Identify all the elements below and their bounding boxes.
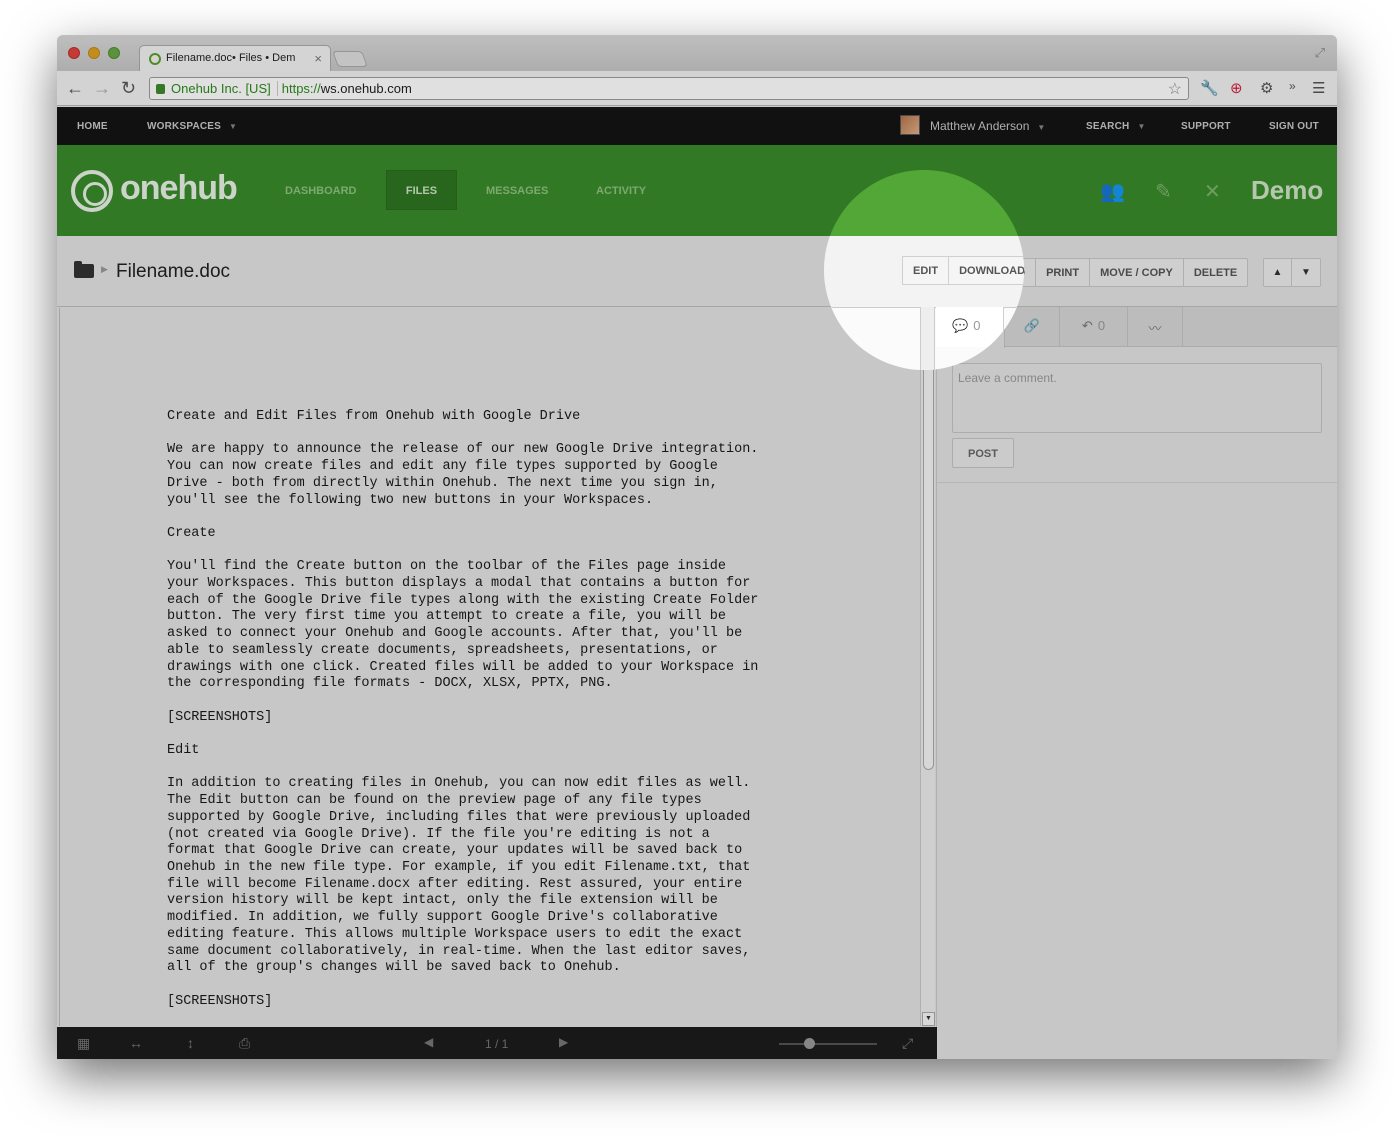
breadcrumb-separator-icon: ▶: [101, 264, 108, 274]
chevron-down-icon: ▼: [1137, 122, 1146, 131]
onehub-logo-icon[interactable]: [71, 170, 113, 212]
comment-icon: 💬: [956, 318, 973, 333]
tab-links[interactable]: 🔗: [1005, 307, 1060, 347]
document-text: Create and Edit Files from Onehub with G…: [167, 409, 759, 1009]
search-menu[interactable]: SEARCH ▼: [1086, 121, 1146, 132]
minimize-window-button[interactable]: [88, 47, 100, 59]
app-top-bar: HOME WORKSPACES ▼ Matthew Anderson ▼ SEARC…: [57, 107, 1337, 145]
file-navigation: ▲ ▼: [1263, 258, 1321, 287]
print-button[interactable]: PRINT: [1036, 259, 1091, 286]
back-arrow-icon[interactable]: ←: [66, 78, 84, 99]
url-host: ws.onehub.com: [320, 81, 412, 96]
workspace-name: Demo: [1251, 175, 1324, 205]
file-sidebar: 💬 0 🔗 ↶ 0 〰 Leave a comment. POST: [937, 307, 1337, 1059]
zoom-slider-handle[interactable]: [804, 1038, 815, 1049]
tab-activity-log[interactable]: 〰: [1128, 307, 1183, 347]
edit-button[interactable]: EDIT: [903, 259, 950, 286]
file-actions-group: EDIT DOWNLOAD PRINT MOVE / COPY DELETE: [902, 258, 1249, 287]
fit-height-icon[interactable]: ↕: [187, 1035, 194, 1051]
next-page-icon[interactable]: ▶: [559, 1035, 568, 1049]
members-icon[interactable]: 👥: [1100, 179, 1125, 204]
sign-out-link[interactable]: SIGN OUT: [1269, 121, 1319, 132]
browser-tab-title: Filename.doc• Files • Dem: [166, 52, 296, 64]
comment-input[interactable]: Leave a comment.: [952, 363, 1322, 433]
avatar[interactable]: [900, 115, 920, 135]
user-menu[interactable]: Matthew Anderson ▼: [930, 119, 1045, 133]
onehub-favicon-icon: [149, 53, 161, 65]
page-indicator: 1 / 1: [485, 1037, 509, 1051]
bookmark-star-icon[interactable]: ☆: [1168, 79, 1182, 99]
scroll-up-icon[interactable]: ▲: [922, 308, 935, 322]
viewer-controls-bar: ▦ ↔ ↕ ⎙ ◀ 1 / 1 ▶ ⤢: [57, 1027, 937, 1059]
close-tab-icon[interactable]: ×: [314, 51, 322, 66]
new-tab-button[interactable]: [332, 51, 368, 67]
support-link[interactable]: SUPPORT: [1181, 121, 1231, 132]
brand-wordmark[interactable]: onehub: [120, 169, 238, 208]
workspace-header: onehub DASHBOARD FILES MESSAGES ACTIVITY…: [57, 145, 1337, 236]
search-label: SEARCH: [1086, 121, 1130, 132]
tab-messages[interactable]: MESSAGES: [486, 185, 548, 197]
menu-icon[interactable]: ☰: [1312, 79, 1325, 97]
reload-icon[interactable]: ↻: [121, 78, 136, 99]
forward-arrow-icon[interactable]: →: [93, 78, 111, 99]
previous-page-icon[interactable]: ◀: [424, 1035, 433, 1049]
post-button[interactable]: POST: [952, 438, 1014, 468]
document-viewer: Create and Edit Files from Onehub with G…: [57, 307, 937, 1027]
download-button[interactable]: DOWNLOAD: [949, 259, 1037, 286]
link-icon: 🔗: [1023, 318, 1041, 333]
workspaces-menu[interactable]: WORKSPACES ▼: [147, 121, 237, 132]
comment-count: 0: [977, 318, 985, 333]
next-file-icon[interactable]: ▼: [1292, 259, 1320, 286]
browser-toolbar: ← → ↻ Onehub Inc. [US] https://ws.onehub.…: [57, 71, 1337, 106]
gear-icon[interactable]: ⚙: [1260, 79, 1273, 97]
delete-button[interactable]: DELETE: [1184, 259, 1247, 286]
close-window-button[interactable]: [68, 47, 80, 59]
scroll-thumb[interactable]: [923, 324, 934, 770]
lock-icon: [156, 84, 165, 94]
thumbnails-grid-icon[interactable]: ▦: [77, 1035, 90, 1052]
chevron-down-icon: ▼: [1037, 123, 1046, 132]
tab-files[interactable]: FILES: [386, 170, 457, 210]
extension-plus-icon[interactable]: ⊕: [1230, 79, 1243, 97]
tab-activity[interactable]: ACTIVITY: [596, 185, 646, 197]
previous-file-icon[interactable]: ▲: [1264, 259, 1292, 286]
chevron-down-icon: ▼: [229, 122, 238, 131]
address-bar[interactable]: Onehub Inc. [US] https://ws.onehub.com ☆: [149, 77, 1189, 100]
folder-icon[interactable]: [74, 261, 94, 278]
move-copy-button[interactable]: MOVE / COPY: [1090, 259, 1184, 286]
tab-dashboard[interactable]: DASHBOARD: [285, 185, 357, 197]
theme-brush-icon[interactable]: ✎: [1155, 179, 1172, 204]
document-page: Create and Edit Files from Onehub with G…: [59, 308, 919, 1026]
extensions-overflow-icon[interactable]: »: [1289, 79, 1296, 93]
scroll-down-icon[interactable]: ▼: [922, 1012, 935, 1026]
activity-icon: 〰: [1148, 321, 1162, 336]
fullscreen-icon[interactable]: ⤢: [1315, 45, 1325, 61]
browser-window: Filename.doc• Files • Dem × ⤢ ← → ↻ Oneh…: [57, 35, 1337, 1059]
print-icon[interactable]: ⎙: [239, 1035, 250, 1052]
wrench-icon[interactable]: 🔧: [1200, 79, 1219, 97]
page-title: Filename.doc: [116, 261, 231, 282]
user-name: Matthew Anderson: [930, 119, 1030, 133]
home-link[interactable]: HOME: [77, 121, 108, 132]
fullscreen-icon[interactable]: ⤢: [902, 1035, 913, 1052]
url-scheme: https://: [281, 81, 321, 96]
versions-icon: ↶: [1081, 318, 1093, 333]
document-scrollbar[interactable]: ▲ ▼: [920, 308, 935, 1026]
file-title-bar: ▶ Filename.doc EDIT DOWNLOAD PRINT MOVE …: [57, 236, 1337, 307]
sidebar-divider: [937, 482, 1337, 483]
zoom-slider-track[interactable]: [779, 1043, 877, 1045]
tab-versions[interactable]: ↶ 0: [1060, 307, 1128, 347]
browser-tab[interactable]: Filename.doc• Files • Dem ×: [139, 45, 331, 71]
settings-tools-icon[interactable]: ✕: [1204, 179, 1221, 204]
tab-comments[interactable]: 💬 0: [937, 307, 1005, 348]
sidebar-tabs: 💬 0 🔗 ↶ 0 〰: [937, 307, 1337, 348]
version-count: 0: [1097, 318, 1106, 333]
zoom-window-button[interactable]: [108, 47, 120, 59]
fit-width-icon[interactable]: ↔: [129, 1035, 143, 1051]
workspaces-label: WORKSPACES: [147, 121, 222, 132]
ev-certificate-label: Onehub Inc. [US]: [171, 81, 278, 96]
browser-tab-strip: Filename.doc• Files • Dem × ⤢: [57, 35, 1337, 71]
